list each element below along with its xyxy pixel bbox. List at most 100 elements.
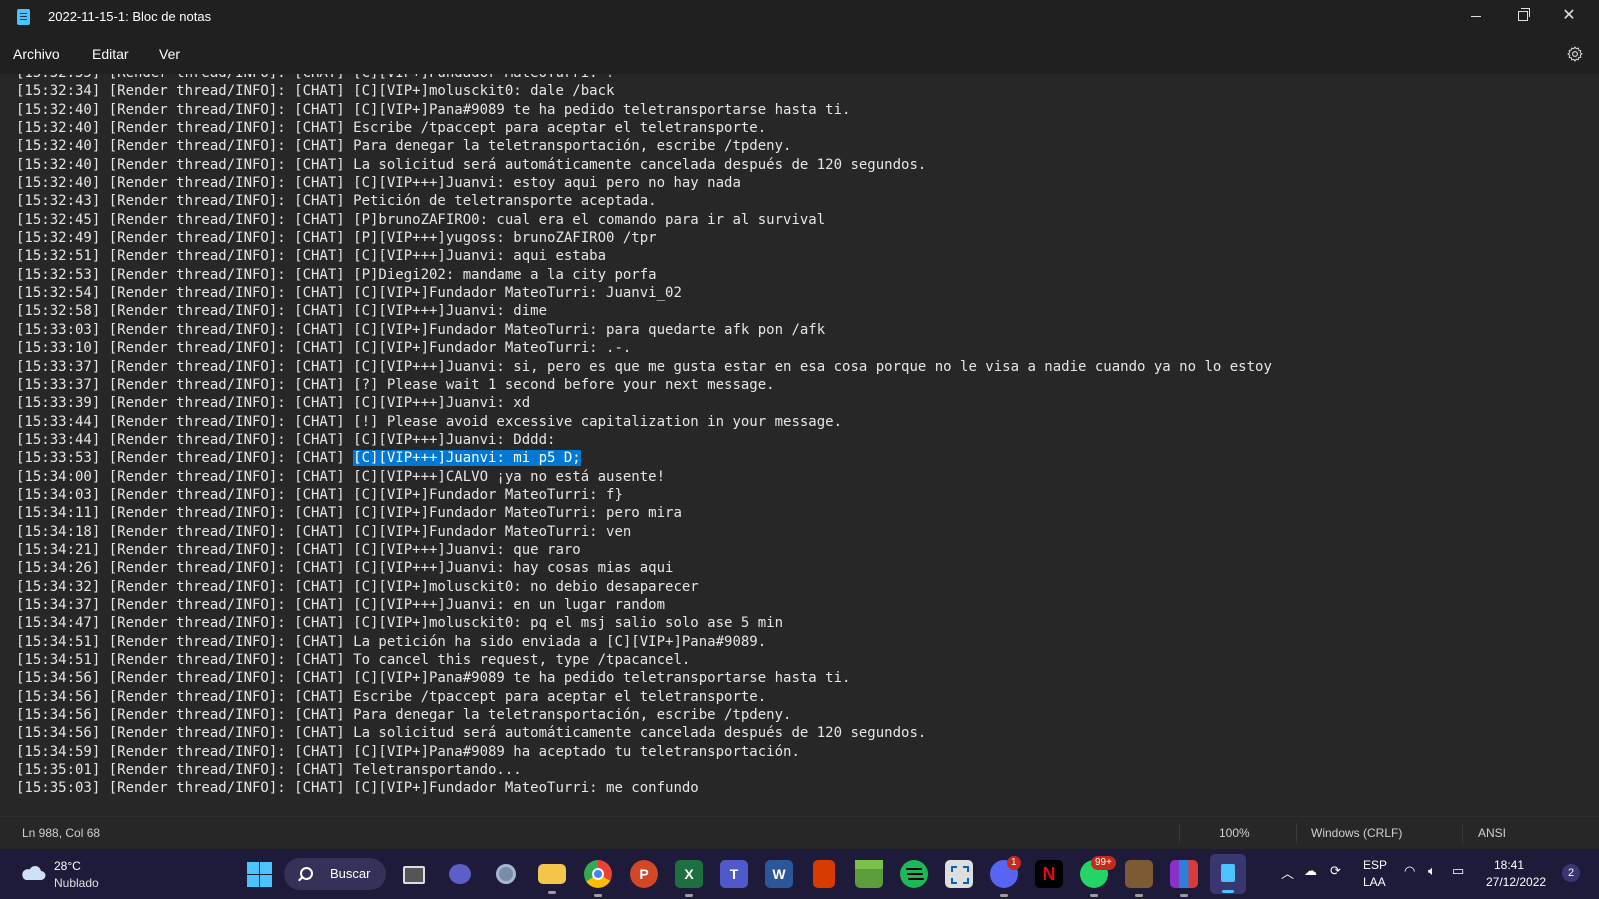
editor-line: [15:33:39] [Render thread/INFO]: [CHAT] … — [16, 395, 531, 412]
wifi-icon[interactable]: ◠ — [1404, 863, 1415, 879]
cloud-icon[interactable] — [20, 865, 46, 881]
menu-editar[interactable]: Editar — [92, 46, 129, 62]
chevron-up-icon[interactable]: ︿ — [1281, 863, 1294, 882]
menu-bar: Archivo Editar Ver — [0, 34, 1599, 74]
whatsapp-notification-badge: 99+ — [1091, 856, 1116, 870]
running-indicator — [1090, 894, 1098, 897]
notepad-app-icon — [17, 9, 30, 25]
running-indicator — [1000, 894, 1008, 897]
teams-icon[interactable]: T — [720, 860, 748, 888]
running-indicator — [548, 891, 556, 894]
editor-line: [15:33:10] [Render thread/INFO]: [CHAT] … — [16, 340, 632, 357]
office-icon[interactable] — [813, 860, 835, 888]
snipping-tool-icon[interactable] — [945, 860, 973, 888]
editor-line: [15:34:37] [Render thread/INFO]: [CHAT] … — [16, 596, 666, 613]
grass-top — [855, 860, 883, 869]
minecraft-launcher-icon[interactable] — [1125, 860, 1153, 897]
minecraft-icon[interactable] — [855, 860, 883, 888]
zoom-level: 100% — [1219, 826, 1250, 840]
clock-time[interactable]: 18:41 — [1494, 858, 1524, 872]
editor-line: [15:34:11] [Render thread/INFO]: [CHAT] … — [16, 505, 682, 522]
search-label: Buscar — [330, 866, 371, 881]
editor-line: [15:34:32] [Render thread/INFO]: [CHAT] … — [16, 578, 699, 595]
status-bar: Ln 988, Col 68 100% Windows (CRLF) ANSI — [0, 816, 1599, 849]
editor-line: [15:32:40] [Render thread/INFO]: [CHAT] … — [16, 101, 851, 118]
editor-line: [15:35:03] [Render thread/INFO]: [CHAT] … — [16, 780, 699, 797]
discord-notification-badge: 1 — [1007, 856, 1021, 870]
clock-date[interactable]: 27/12/2022 — [1486, 875, 1546, 889]
editor-line: [15:34:26] [Render thread/INFO]: [CHAT] … — [16, 560, 674, 577]
editor-line: [15:32:35] [Render thread/INFO]: [CHAT] … — [16, 74, 1272, 82]
chrome-icon[interactable] — [584, 860, 612, 897]
text-editor[interactable]: [15:32:35] [Render thread/INFO]: [CHAT] … — [0, 74, 1599, 816]
editor-line: [15:35:01] [Render thread/INFO]: [CHAT] … — [16, 762, 522, 779]
editor-line: [15:32:43] [Render thread/INFO]: [CHAT] … — [16, 193, 657, 210]
settings-gear-icon[interactable] — [1566, 45, 1584, 63]
keyboard-layout[interactable]: LAA — [1363, 875, 1386, 889]
chat-icon[interactable] — [446, 860, 474, 888]
netflix-icon[interactable]: N — [1035, 860, 1063, 888]
status-divider — [1462, 823, 1463, 843]
editor-line: [15:34:51] [Render thread/INFO]: [CHAT] … — [16, 633, 767, 650]
restore-icon — [1518, 8, 1530, 21]
close-icon: ✕ — [1562, 7, 1576, 24]
notepad-glyph — [1221, 864, 1235, 882]
editor-line: [15:32:51] [Render thread/INFO]: [CHAT] … — [16, 248, 607, 265]
editor-line: [15:32:40] [Render thread/INFO]: [CHAT] … — [16, 156, 927, 173]
editor-line: [15:34:56] [Render thread/INFO]: [CHAT] … — [16, 688, 767, 705]
editor-line: [15:32:40] [Render thread/INFO]: [CHAT] … — [16, 175, 741, 192]
taskbar: 28°C Nublado Buscar P X T W 1 N 99+ ︿ ☁ … — [0, 849, 1599, 899]
editor-line: [15:34:59] [Render thread/INFO]: [CHAT] … — [16, 743, 800, 760]
editor-line: [15:32:54] [Render thread/INFO]: [CHAT] … — [16, 285, 682, 302]
status-divider — [1296, 823, 1297, 843]
running-indicator — [1180, 894, 1188, 897]
status-divider — [1179, 823, 1180, 843]
menu-ver[interactable]: Ver — [159, 46, 180, 62]
word-icon[interactable]: W — [765, 860, 793, 888]
close-button[interactable]: ✕ — [1546, 0, 1592, 34]
menu-archivo[interactable]: Archivo — [13, 46, 60, 62]
running-indicator — [1135, 894, 1143, 897]
restore-button[interactable] — [1499, 0, 1545, 34]
editor-line: [15:34:47] [Render thread/INFO]: [CHAT] … — [16, 615, 784, 632]
editor-line: [15:34:51] [Render thread/INFO]: [CHAT] … — [16, 652, 691, 668]
editor-line: [15:33:44] [Render thread/INFO]: [CHAT] … — [16, 431, 556, 448]
onedrive-icon[interactable]: ☁ — [1304, 863, 1317, 879]
windows-start-icon[interactable] — [245, 860, 273, 888]
line-prefix: [15:33:53] [Render thread/INFO]: [CHAT] — [16, 450, 354, 467]
editor-line: [15:32:40] [Render thread/INFO]: [CHAT] … — [16, 138, 792, 155]
file-explorer-icon[interactable] — [538, 864, 566, 894]
settings-icon[interactable] — [492, 860, 520, 888]
editor-line-selected: [15:33:53] [Render thread/INFO]: [CHAT] … — [16, 449, 1272, 467]
window-title: 2022-11-15-1: Bloc de notas — [48, 9, 212, 24]
editor-line: [15:32:58] [Render thread/INFO]: [CHAT] … — [16, 303, 548, 320]
winrar-icon[interactable] — [1170, 860, 1198, 897]
weather-condition[interactable]: Nublado — [54, 876, 99, 890]
editor-line: [15:32:53] [Render thread/INFO]: [CHAT] … — [16, 266, 657, 283]
whatsapp-icon[interactable]: 99+ — [1080, 856, 1116, 897]
minimize-button[interactable] — [1453, 0, 1499, 34]
spotify-icon[interactable] — [900, 860, 928, 888]
weather-temperature[interactable]: 28°C — [54, 859, 81, 873]
editor-line: [15:34:18] [Render thread/INFO]: [CHAT] … — [16, 523, 632, 540]
line-ending: Windows (CRLF) — [1311, 826, 1403, 840]
editor-line: [15:33:44] [Render thread/INFO]: [CHAT] … — [16, 413, 843, 430]
powerpoint-icon[interactable]: P — [630, 860, 658, 888]
editor-line: [15:34:21] [Render thread/INFO]: [CHAT] … — [16, 541, 581, 558]
minimize-icon — [1471, 16, 1481, 17]
volume-icon[interactable]: 🔈︎ — [1428, 863, 1436, 879]
running-indicator — [685, 894, 693, 897]
notification-count-badge[interactable]: 2 — [1562, 864, 1580, 882]
language-indicator[interactable]: ESP — [1363, 858, 1387, 872]
search-icon — [300, 867, 313, 880]
sync-icon[interactable]: ⟳ — [1330, 863, 1341, 879]
battery-icon[interactable]: ▭ — [1452, 863, 1464, 879]
notepad-icon[interactable] — [1210, 854, 1246, 894]
search-button[interactable]: Buscar — [284, 858, 386, 890]
editor-line: [15:32:40] [Render thread/INFO]: [CHAT] … — [16, 120, 767, 137]
active-indicator — [1222, 890, 1234, 893]
task-view-icon[interactable] — [400, 860, 428, 888]
discord-icon[interactable]: 1 — [990, 856, 1021, 897]
running-indicator — [594, 894, 602, 897]
excel-icon[interactable]: X — [675, 860, 703, 897]
